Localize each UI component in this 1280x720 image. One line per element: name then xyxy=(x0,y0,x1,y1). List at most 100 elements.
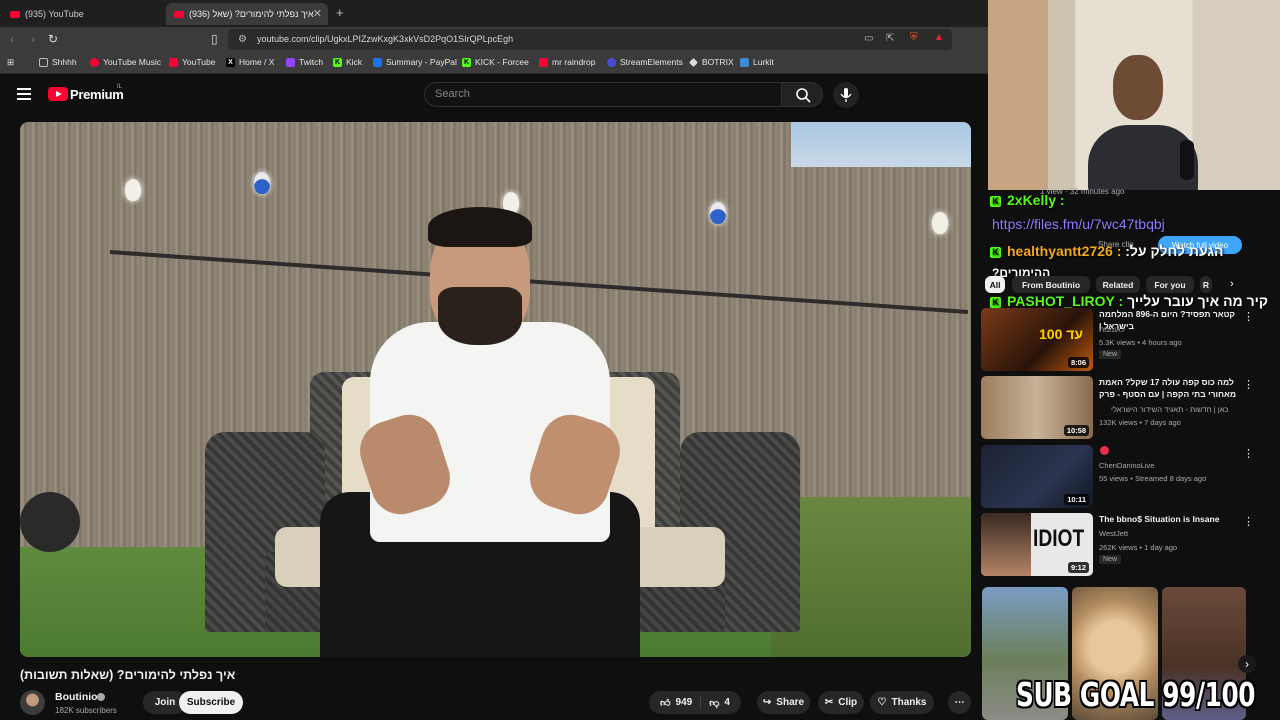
share-page-icon[interactable]: ⇱ xyxy=(886,33,894,44)
avatar[interactable] xyxy=(20,690,45,715)
youtube-logo-icon[interactable] xyxy=(48,87,68,101)
thumbs-down-icon: 👎︎ xyxy=(709,697,720,709)
bookmark-kick[interactable]: K Kick xyxy=(333,57,362,67)
bookmark-home-x[interactable]: X Home / X xyxy=(226,57,274,67)
video-frame-wire xyxy=(109,250,969,314)
apps-icon[interactable]: ⊞ xyxy=(7,57,14,68)
video-thumbnail[interactable]: IDIOT 9:12 xyxy=(981,513,1093,576)
bookmark-label: Kick xyxy=(346,57,363,67)
channel-name: WestJett xyxy=(1099,529,1129,538)
chat-text: הגעת לחלק על: xyxy=(1125,243,1224,259)
chip-all[interactable]: All xyxy=(985,276,1005,293)
bookmark-kick-forcee[interactable]: K KICK - Forcee xyxy=(462,57,529,67)
more-vert-icon[interactable]: ⋮ xyxy=(1243,378,1254,391)
brand-label[interactable]: Premium xyxy=(70,87,124,102)
video-frame-grass xyxy=(771,497,971,657)
chevron-right-icon[interactable]: › xyxy=(1230,278,1234,290)
video-title: The bbno$ Situation is Insane xyxy=(1099,514,1220,524)
bookmark-botrix[interactable]: BOTRIX xyxy=(689,57,734,67)
dislike-button[interactable]: 👎︎ 4 xyxy=(701,697,730,709)
video-meta: 55 views • Streamed 8 days ago xyxy=(1099,474,1207,483)
chat-user: PASHOT_LIROY : xyxy=(1007,293,1124,309)
reload-icon[interactable]: ↻ xyxy=(48,32,58,46)
youtube-music-icon xyxy=(90,57,99,67)
tab-youtube-home[interactable]: (935) YouTube xyxy=(2,3,162,25)
video-duration: 10:58 xyxy=(1063,425,1089,436)
brave-shield-icon[interactable]: ⛨ xyxy=(910,32,918,43)
share-button[interactable]: ↪ Share xyxy=(757,691,810,714)
kick-icon: K xyxy=(990,195,1001,207)
more-vert-icon[interactable]: ⋮ xyxy=(1243,447,1254,460)
voice-search-button[interactable] xyxy=(833,82,859,108)
tab-current-video[interactable]: (936) איך נפלתי להימורים? (שאל ✕ xyxy=(166,3,328,25)
bookmark-youtube-music[interactable]: YouTube Music xyxy=(90,57,161,67)
bookmark-label: mr raindrop xyxy=(552,57,596,67)
youtube-icon xyxy=(539,57,548,67)
chip-for-you[interactable]: For you xyxy=(1146,276,1194,293)
bookmark-streamelements[interactable]: StreamElements xyxy=(607,57,683,67)
bookmark-label: KICK - Forcee xyxy=(475,57,529,67)
forward-icon[interactable]: › xyxy=(31,32,35,46)
x-icon: X xyxy=(226,57,235,67)
address-bar[interactable]: ⚙ youtube.com/clip/UgkxLPIZzwKxgK3xkVsD2… xyxy=(228,29,952,50)
recommendation-item[interactable]: IDIOT 9:12 The bbno$ Situation is Insane… xyxy=(981,513,1261,577)
video-player[interactable] xyxy=(20,122,971,657)
subscriber-count: 182K subscribers xyxy=(55,706,117,715)
bookmark-youtube[interactable]: YouTube xyxy=(169,57,215,67)
thanks-button[interactable]: ♡ Thanks xyxy=(870,691,934,714)
more-vert-icon[interactable]: ⋮ xyxy=(1243,310,1254,323)
bookmark-mr-raindrop[interactable]: mr raindrop xyxy=(539,57,595,67)
brand-region: IL xyxy=(117,84,123,90)
new-tab-button[interactable]: + xyxy=(336,5,344,20)
video-frame-bulb xyxy=(932,212,948,234)
tab-label: (936) איך נפלתי להימורים? (שאל xyxy=(189,9,314,19)
chip-more[interactable]: R xyxy=(1200,276,1212,293)
live-indicator-icon xyxy=(1100,446,1109,455)
video-frame-weights xyxy=(20,492,80,552)
recommendation-item[interactable]: 10:58 למה כוס קפה עולה 17 שקל? האמת מאחו… xyxy=(981,376,1261,440)
cast-icon[interactable]: ▭ xyxy=(864,33,873,44)
bookmark-paypal[interactable]: Summary - PayPal xyxy=(373,57,457,67)
folder-icon xyxy=(39,57,48,67)
back-icon[interactable]: ‹ xyxy=(10,32,14,46)
more-vert-icon[interactable]: ⋮ xyxy=(1243,515,1254,528)
bookmark-shhhh[interactable]: Shhhh xyxy=(39,57,77,67)
video-thumbnail[interactable]: 10:11 xyxy=(981,445,1093,508)
subscribe-button[interactable]: Subscribe xyxy=(179,691,243,714)
kick-icon: K xyxy=(990,246,1001,258)
bookmark-label: YouTube Music xyxy=(103,57,161,67)
like-button[interactable]: 👍︎ 949 xyxy=(660,696,702,709)
like-dislike-group: 👍︎ 949 👎︎ 4 xyxy=(649,691,741,714)
youtube-icon xyxy=(169,57,178,67)
channel-name[interactable]: Boutinio xyxy=(55,691,98,703)
video-frame-bulb xyxy=(254,172,270,194)
close-icon[interactable]: ✕ xyxy=(313,7,322,20)
chat-link[interactable]: https://files.fm/u/7wc47tbqbj xyxy=(992,216,1165,232)
video-thumbnail[interactable]: עד 100 8:06 xyxy=(981,308,1093,371)
chat-user: 2xKelly : xyxy=(1007,192,1065,208)
search-input[interactable] xyxy=(435,88,765,100)
channel-name: כאן | חדשות - תאגיד השידור הישראלי xyxy=(1111,405,1229,414)
bookmark-lurkit[interactable]: Lurkit xyxy=(740,57,774,67)
channel-name: לאומנות xyxy=(1099,325,1125,334)
chip-from-boutinio[interactable]: From Boutinio xyxy=(1012,276,1090,293)
chip-related[interactable]: Related xyxy=(1096,276,1140,293)
webcam-overlay xyxy=(988,0,1280,190)
video-thumbnail[interactable]: 10:58 xyxy=(981,376,1093,439)
more-actions-button[interactable]: ⋯ xyxy=(948,691,971,714)
search-button[interactable] xyxy=(781,82,823,107)
recommendation-item[interactable]: 10:11 ChenDaninoLive 55 views • Streamed… xyxy=(981,445,1261,509)
video-meta: 132K views • 7 days ago xyxy=(1099,418,1181,427)
brave-rewards-icon[interactable]: ▲ xyxy=(934,32,944,43)
url-text: youtube.com/clip/UgkxLPIZzwKxgK3xkVsD2Pq… xyxy=(257,34,514,44)
webcam-background xyxy=(988,0,1048,190)
bookmark-label: Summary - PayPal xyxy=(386,57,457,67)
clip-button[interactable]: ✂ Clip xyxy=(818,691,864,714)
bookmark-twitch[interactable]: Twitch xyxy=(286,57,323,67)
bookmark-icon[interactable]: ▯ xyxy=(211,32,218,46)
recommendation-item[interactable]: עד 100 8:06 קטאר תפסיד? היום ה-896 המלחמ… xyxy=(981,308,1261,372)
hamburger-menu-icon[interactable] xyxy=(17,88,31,100)
thumbs-up-icon: 👍︎ xyxy=(660,697,671,709)
site-info-icon[interactable]: ⚙ xyxy=(238,34,247,45)
chevron-right-icon[interactable]: › xyxy=(1238,655,1256,673)
